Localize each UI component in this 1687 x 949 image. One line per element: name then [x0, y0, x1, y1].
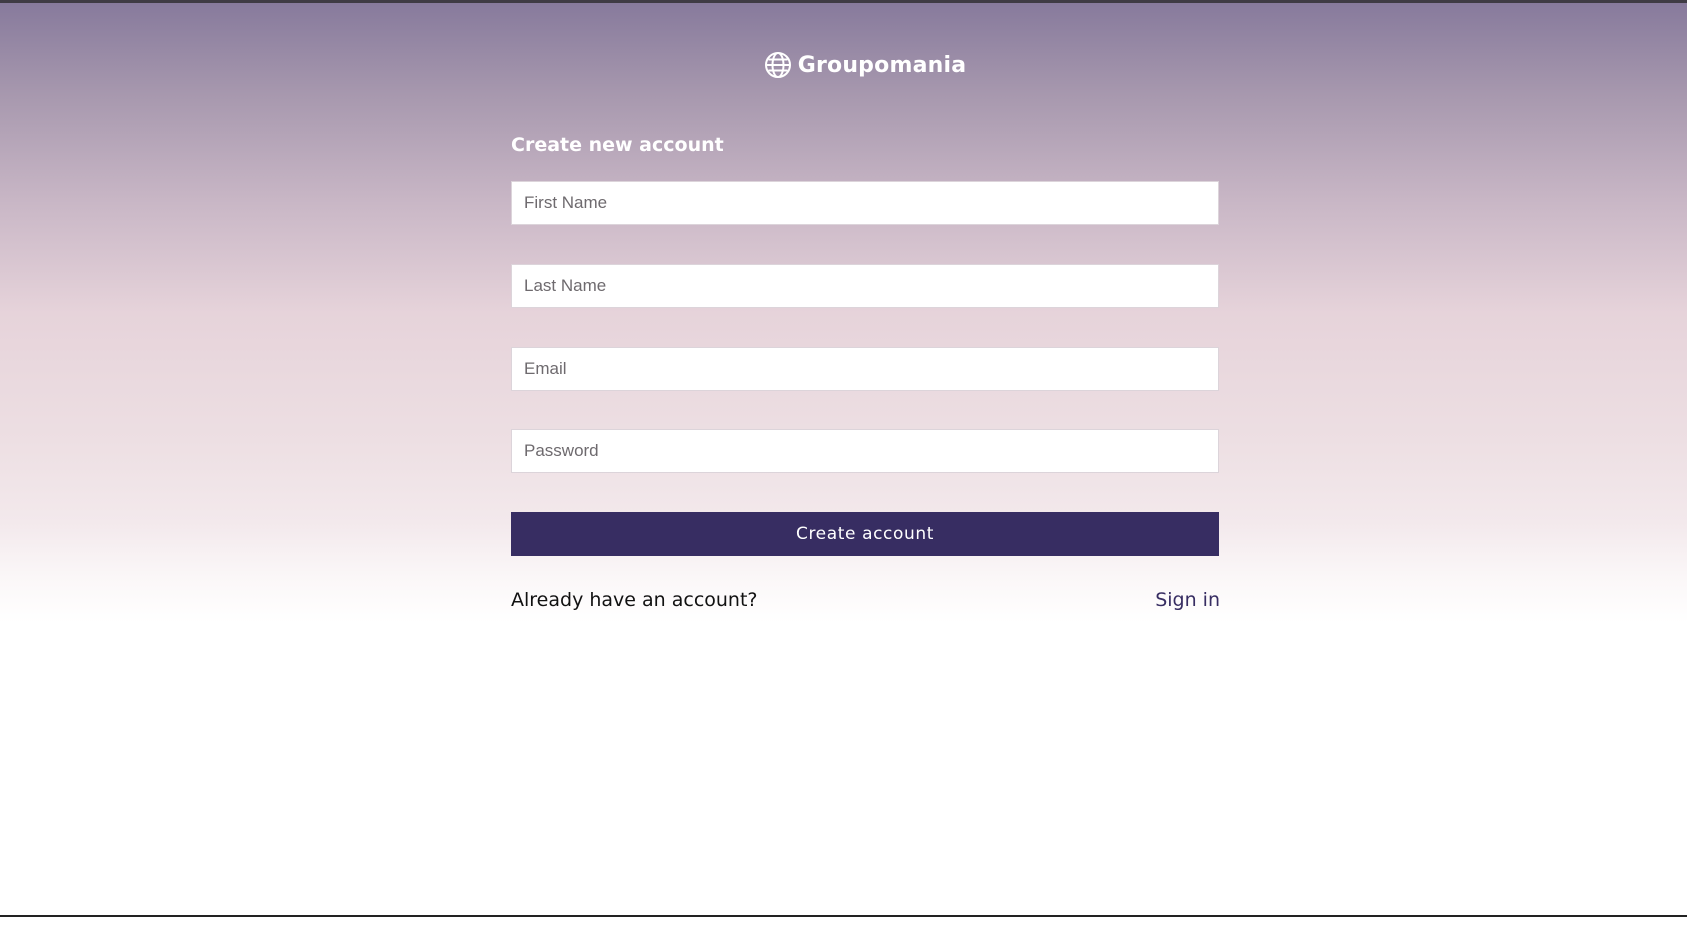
globe-icon — [764, 51, 792, 79]
signup-form: Create new account Create account Alread… — [511, 131, 1220, 611]
create-account-button[interactable]: Create account — [511, 512, 1219, 556]
window-bottom-border — [0, 915, 1687, 917]
already-have-account-text: Already have an account? — [511, 589, 758, 611]
email-input[interactable] — [511, 347, 1219, 391]
page-background: Groupomania Create new account Create ac… — [0, 3, 1687, 915]
password-input[interactable] — [511, 429, 1219, 473]
brand-logo[interactable]: Groupomania — [0, 51, 1687, 79]
signin-prompt-row: Already have an account? Sign in — [511, 586, 1220, 614]
form-title: Create new account — [511, 134, 724, 156]
first-name-input[interactable] — [511, 181, 1219, 225]
last-name-input[interactable] — [511, 264, 1219, 308]
brand-name: Groupomania — [797, 52, 967, 78]
sign-in-link[interactable]: Sign in — [1155, 589, 1220, 611]
